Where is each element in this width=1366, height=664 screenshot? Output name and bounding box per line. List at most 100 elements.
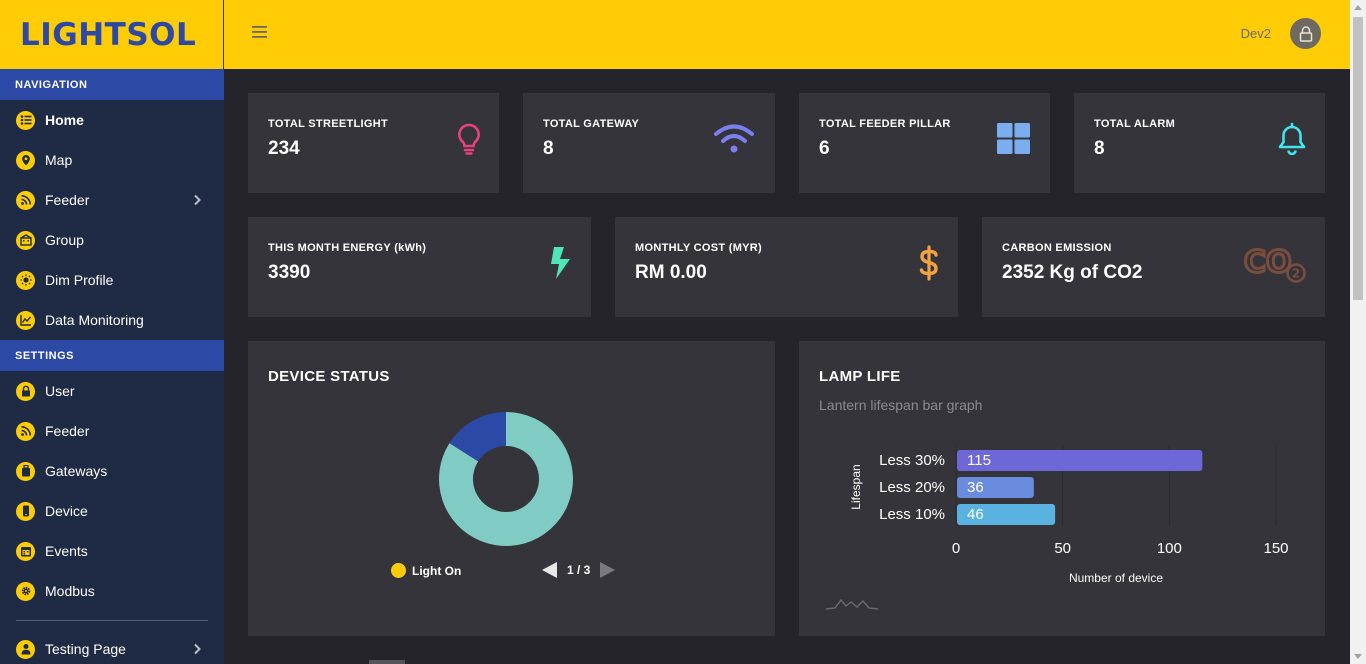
sidebar-item-label: Dim Profile (45, 272, 114, 288)
building-icon (16, 230, 35, 250)
sidebar-item-label: User (45, 383, 75, 399)
sidebar-item-dim-profile[interactable]: Dim Profile (0, 260, 224, 300)
chart-logo-icon (825, 598, 879, 610)
menu-toggle-icon[interactable] (252, 25, 268, 39)
lamp-life-bar-chart[interactable]: Less 30% 115 Less 20% 36 Less 10% 46 0 50 100 150… (799, 431, 1325, 591)
sidebar-item-settings-gateways[interactable]: Gateways (0, 451, 224, 491)
scroll-thumb[interactable] (1353, 17, 1363, 300)
sidebar-item-feeder[interactable]: Feeder (0, 180, 224, 220)
sidebar-item-label: Data Monitoring (45, 312, 144, 328)
settings-section-header: SETTINGS (0, 340, 224, 371)
lock-icon (16, 381, 35, 401)
sidebar-item-settings-device[interactable]: Device (0, 491, 224, 531)
stat-card-gateway[interactable]: TOTAL GATEWAY 8 (523, 93, 775, 193)
donut-legend[interactable]: Light On (391, 563, 461, 578)
chevron-right-icon (194, 643, 201, 655)
scroll-hint (369, 660, 405, 664)
sidebar-item-settings-user[interactable]: User (0, 371, 224, 411)
sidebar-item-label: Modbus (45, 583, 95, 599)
stat-card-monthly-cost[interactable]: MONTHLY COST (MYR) RM 0.00 (615, 217, 958, 317)
co2-icon-subscript: 2 (1292, 267, 1300, 281)
logo-text: LIGHTSOL (20, 16, 197, 53)
sidebar-item-label: Group (45, 232, 84, 248)
logo[interactable]: LIGHTSOL (0, 0, 224, 69)
device-status-donut-chart[interactable] (438, 411, 574, 547)
lamp-life-subtitle: Lantern lifespan bar graph (819, 397, 983, 413)
bar[interactable] (957, 450, 1203, 471)
mobile-icon (16, 501, 35, 521)
chevron-right-icon (194, 194, 201, 206)
x-tick-label: 100 (1157, 540, 1182, 557)
sidebar-item-settings-feeder[interactable]: Feeder (0, 411, 224, 451)
sidebar-item-settings-events[interactable]: Events (0, 531, 224, 571)
location-pin-icon (16, 150, 35, 170)
scroll-up-icon[interactable] (1354, 5, 1362, 10)
sidebar-item-testing-page[interactable]: Testing Page (0, 629, 224, 664)
sun-icon (16, 270, 35, 290)
topbar: Dev2 (224, 0, 1350, 69)
stat-label: TOTAL FEEDER PILLAR (819, 118, 951, 130)
pager-next-icon[interactable] (600, 562, 616, 578)
sidebar-item-group[interactable]: Group (0, 220, 224, 260)
pager-prev-icon[interactable] (542, 562, 557, 578)
sidebar-item-settings-modbus[interactable]: Modbus (0, 571, 224, 611)
user-icon (16, 639, 35, 659)
co2-icon: CO 2 (1243, 244, 1306, 283)
lamp-life-panel: LAMP LIFE Lantern lifespan bar graph Les… (799, 341, 1325, 636)
stat-card-alarm[interactable]: TOTAL ALARM 8 (1074, 93, 1325, 193)
sidebar-item-label: Testing Page (45, 641, 126, 657)
stat-card-carbon-emission[interactable]: CARBON EMISSION 2352 Kg of CO2 CO 2 (982, 217, 1325, 317)
sidebar-divider (16, 620, 208, 621)
sidebar-item-label: Device (45, 503, 88, 519)
stat-card-streetlight[interactable]: TOTAL STREETLIGHT 234 (248, 93, 499, 193)
stat-value: 8 (543, 138, 554, 159)
calendar-icon (16, 541, 35, 561)
pager-text: 1 / 3 (567, 563, 591, 577)
sidebar: LIGHTSOL NAVIGATION Home Map Feeder Group Di… (0, 0, 224, 664)
legend-label: Light On (412, 563, 462, 578)
scroll-down-icon[interactable] (1354, 654, 1362, 659)
sidebar-item-label: Events (45, 543, 88, 559)
x-tick-label: 0 (952, 540, 960, 557)
stat-value: RM 0.00 (635, 262, 707, 283)
sidebar-item-home[interactable]: Home (0, 100, 224, 140)
sidebar-item-data-monitoring[interactable]: Data Monitoring (0, 300, 224, 340)
gear-icon (16, 581, 35, 601)
stat-label: TOTAL ALARM (1094, 118, 1176, 130)
category-label: Less 30% (879, 452, 945, 469)
dollar-icon (919, 245, 938, 281)
x-axis-label: Number of device (1069, 571, 1163, 585)
stat-value: 3390 (268, 262, 311, 283)
co2-icon-text: CO (1244, 245, 1292, 280)
page-scrollbar[interactable] (1350, 0, 1366, 664)
bolt-icon (551, 247, 570, 279)
legend-pager: 1 / 3 (542, 562, 616, 578)
chart-line-icon (16, 310, 35, 330)
stat-label: TOTAL STREETLIGHT (268, 118, 388, 130)
stat-card-feeder-pillar[interactable]: TOTAL FEEDER PILLAR 6 (799, 93, 1050, 193)
data-label: 36 (967, 479, 984, 496)
stat-label: CARBON EMISSION (1002, 242, 1112, 254)
stat-label: THIS MONTH ENERGY (kWh) (268, 242, 427, 254)
y-axis-label: Lifespan (849, 464, 863, 509)
stat-label: TOTAL GATEWAY (543, 118, 640, 130)
legend-swatch (391, 563, 406, 578)
x-tick-label: 150 (1263, 540, 1288, 557)
stat-value: 234 (268, 138, 300, 159)
sidebar-item-label: Feeder (45, 423, 90, 439)
stat-value: 6 (819, 138, 830, 159)
category-label: Less 20% (879, 479, 945, 496)
category-label: Less 10% (879, 506, 945, 523)
sidebar-item-map[interactable]: Map (0, 140, 224, 180)
data-label: 115 (967, 452, 991, 469)
list-icon (16, 110, 35, 130)
user-avatar[interactable] (1290, 18, 1321, 49)
stat-label: MONTHLY COST (MYR) (635, 242, 763, 254)
x-tick-label: 50 (1054, 540, 1071, 557)
stat-card-energy[interactable]: THIS MONTH ENERGY (kWh) 3390 (248, 217, 591, 317)
grid-icon (997, 123, 1030, 154)
stat-value: 8 (1094, 138, 1105, 159)
user-name[interactable]: Dev2 (1241, 26, 1271, 41)
sidebar-item-label: Home (45, 112, 84, 128)
data-label: 46 (967, 506, 984, 523)
